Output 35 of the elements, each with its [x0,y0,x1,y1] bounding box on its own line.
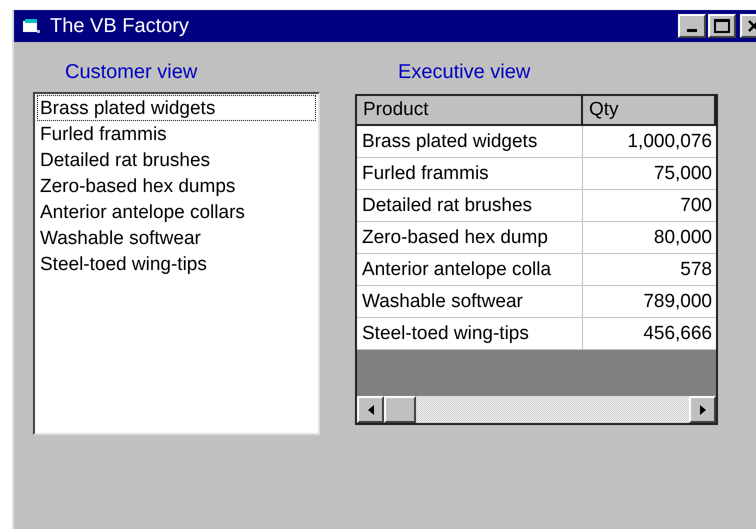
column-header[interactable]: Product [357,96,583,126]
list-item[interactable]: Zero-based hex dumps [37,173,316,199]
table-cell: Anterior antelope colla [357,254,583,285]
list-item[interactable]: Detailed rat brushes [37,147,316,173]
table-cell-text: 789,000 [642,290,713,314]
column-header[interactable]: Qty [583,96,716,126]
maximize-button[interactable] [708,14,736,38]
executive-view-label: Executive view [398,62,532,82]
table-cell-text: 75,000 [652,162,713,186]
minimize-button[interactable] [678,14,706,38]
table-cell: Washable softwear [357,286,583,317]
scroll-left-button[interactable] [357,396,384,423]
table-cell-text: 80,000 [652,226,713,250]
table-cell: Steel-toed wing-tips [357,318,583,349]
list-item[interactable]: Steel-toed wing-tips [37,251,316,277]
table-cell: Detailed rat brushes [357,190,583,221]
right-arrow-icon [700,404,706,414]
scroll-right-button[interactable] [689,396,716,423]
window-title: The VB Factory [50,16,189,36]
list-item[interactable]: Washable softwear [37,225,316,251]
left-arrow-icon [368,404,374,414]
list-item[interactable]: Anterior antelope collars [37,199,316,225]
table-cell-text: 1,000,076 [626,130,713,154]
scroll-thumb[interactable] [384,396,416,423]
table-cell-text: 456,666 [642,322,713,346]
app-icon [22,18,42,34]
list-item[interactable]: Furled frammis [37,121,316,147]
list-item[interactable]: Brass plated widgets [37,95,316,121]
customer-view-label: Customer view [65,62,198,82]
table-cell-text: 578 [679,258,713,282]
table-cell: Furled frammis [357,158,583,189]
table-cell: Brass plated widgets [357,126,583,157]
table-cell: Zero-based hex dump [357,222,583,253]
table-cell-text: 700 [679,194,713,218]
horizontal-scrollbar[interactable] [357,396,716,423]
